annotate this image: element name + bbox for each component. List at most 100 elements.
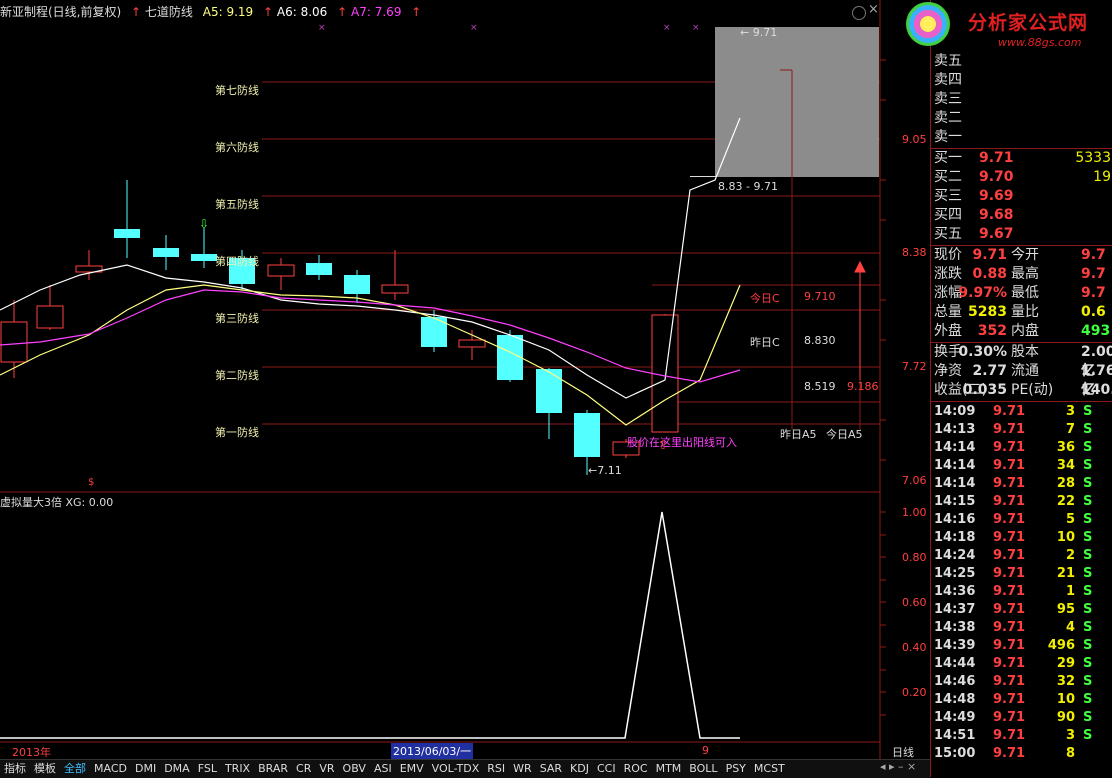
buy-row: 买四 9.68: [931, 206, 1112, 225]
tick-volume: 7: [1065, 422, 1075, 437]
tab-emv[interactable]: EMV: [400, 762, 424, 775]
range-line: [690, 176, 716, 177]
buy-label: 买五: [934, 226, 962, 242]
tick-side: S: [1083, 674, 1093, 689]
tick-row: 14:44 9.71 29 S: [931, 655, 1112, 673]
timeline-cursor-date[interactable]: 2013/06/03/一: [391, 743, 474, 759]
up-arrow-icon: ↑: [337, 5, 348, 19]
tab-cr[interactable]: CR: [296, 762, 311, 775]
indicator-tabs: 指标 模板 全部 MACD DMI DMA FSL TRIX BRAR CR VR OBV ASI EMV…: [0, 759, 930, 778]
tab-全部[interactable]: 全部: [64, 762, 86, 775]
tick-price: 9.71: [993, 656, 1026, 671]
tick-side: S: [1083, 620, 1093, 635]
tab-asi[interactable]: ASI: [374, 762, 392, 775]
tab-mtm[interactable]: MTM: [656, 762, 682, 775]
quote-label: 外盘: [934, 323, 962, 339]
tab-kdj[interactable]: KDJ: [570, 762, 589, 775]
sell-row: 卖四: [931, 71, 1112, 90]
tick-side: S: [1083, 458, 1093, 473]
tick-price: 9.71: [993, 548, 1026, 563]
buy-note: 股价在这里出阳线可入: [627, 436, 737, 449]
quote-row: 现价 9.71 今开 9.7: [931, 246, 1112, 265]
kline-chart[interactable]: × × × ×: [0, 0, 930, 759]
tick-time: 14:24: [934, 548, 976, 563]
tick-volume: 1: [1065, 584, 1075, 599]
tick-price: 9.71: [993, 440, 1026, 455]
tick-side: S: [1083, 404, 1093, 419]
quote-panel: 卖五 卖四 卖三 卖二 卖一 买一 9.71 5333 买二 9.70 19 买三 9.69 买四 9.68…: [930, 0, 1112, 777]
tick-row: 14:18 9.71 10 S: [931, 529, 1112, 547]
sell-label: 卖二: [934, 110, 962, 126]
timeline-right: 9: [702, 744, 709, 757]
tab-mcst[interactable]: MCST: [754, 762, 785, 775]
a7-value: A7: 7.69: [351, 5, 402, 19]
quote-value: 493: [1081, 323, 1111, 339]
quote-row: 收益(二)0.035PE(动)140.2: [931, 381, 1112, 400]
tab-vr[interactable]: VR: [319, 762, 334, 775]
buy-row: 买三 9.69: [931, 187, 1112, 206]
candle-body: [114, 229, 140, 238]
candle-body: [306, 263, 332, 275]
a5-value: A5: 9.19: [202, 5, 254, 19]
tab-模板[interactable]: 模板: [34, 762, 56, 775]
tick-price: 9.71: [993, 530, 1026, 545]
stock-title: 新亚制程(日线,前复权): [0, 5, 122, 19]
quote-label: 流通: [1011, 363, 1039, 379]
tick-row: 15:00 9.71 8: [931, 745, 1112, 763]
tab-trix[interactable]: TRIX: [225, 762, 250, 775]
tick-row: 14:49 9.71 90 S: [931, 709, 1112, 727]
today-a5-label: 今日A5: [826, 428, 863, 441]
tick-row: 14:48 9.71 10 S: [931, 691, 1112, 709]
tab-roc[interactable]: ROC: [624, 762, 648, 775]
indicator-name[interactable]: 七道防线: [145, 5, 193, 19]
tick-row: 14:16 9.71 5 S: [931, 511, 1112, 529]
tick-row: 14:38 9.71 4 S: [931, 619, 1112, 637]
quote-label: 最高: [1011, 266, 1039, 282]
svg-text:×: ×: [663, 23, 671, 33]
tab-vol-tdx[interactable]: VOL-TDX: [432, 762, 480, 775]
up-arrow-icon: ↑: [411, 5, 422, 19]
tick-row: 14:51 9.71 3 S: [931, 727, 1112, 745]
tick-row: 14:36 9.71 1 S: [931, 583, 1112, 601]
tab-macd[interactable]: MACD: [94, 762, 127, 775]
window-controls[interactable]: ◂ ▸ – ×: [880, 760, 916, 773]
tab-psy[interactable]: PSY: [726, 762, 746, 775]
sub-tick: 0.60: [902, 596, 927, 609]
chart-header: 新亚制程(日线,前复权) ↑ 七道防线 A5: 9.19 ↑ A6: 8.06 …: [0, 0, 880, 24]
price-tick: 9.05: [902, 133, 927, 146]
tick-row: 14:39 9.71 496 S: [931, 637, 1112, 655]
red-arrow-icon: ⇧: [658, 438, 669, 452]
a6-value: A6: 8.06: [276, 5, 328, 19]
settings-icon[interactable]: [852, 6, 866, 20]
tick-price: 9.71: [993, 620, 1026, 635]
tab-指标[interactable]: 指标: [4, 762, 26, 775]
candle-body: [344, 275, 370, 294]
tick-volume: 36: [1056, 440, 1075, 455]
tick-row: 14:13 9.71 7 S: [931, 421, 1112, 439]
tick-time: 14:14: [934, 476, 976, 491]
tick-time: 14:16: [934, 512, 976, 527]
candle-body: [574, 413, 600, 457]
flower-icon: [906, 2, 950, 46]
tick-side: S: [1083, 548, 1093, 563]
tab-brar[interactable]: BRAR: [258, 762, 288, 775]
period-label[interactable]: 日线: [892, 744, 914, 760]
close-icon[interactable]: ×: [868, 2, 879, 17]
tick-time: 15:00: [934, 746, 976, 761]
quote-value: 140.2: [1081, 382, 1112, 398]
line-label-1: 第一防线: [215, 426, 259, 439]
tab-rsi[interactable]: RSI: [487, 762, 505, 775]
buy-label: 买一: [934, 150, 962, 166]
tick-time: 14:36: [934, 584, 976, 599]
tick-volume: 29: [1056, 656, 1075, 671]
tab-wr[interactable]: WR: [513, 762, 532, 775]
quote-value: 9.7: [1081, 285, 1106, 301]
quote-label: 量比: [1011, 304, 1039, 320]
tab-dmi[interactable]: DMI: [135, 762, 156, 775]
tab-dma[interactable]: DMA: [164, 762, 190, 775]
tab-boll[interactable]: BOLL: [689, 762, 717, 775]
tab-obv[interactable]: OBV: [343, 762, 366, 775]
tab-sar[interactable]: SAR: [540, 762, 562, 775]
tab-cci[interactable]: CCI: [597, 762, 616, 775]
tab-fsl[interactable]: FSL: [198, 762, 217, 775]
